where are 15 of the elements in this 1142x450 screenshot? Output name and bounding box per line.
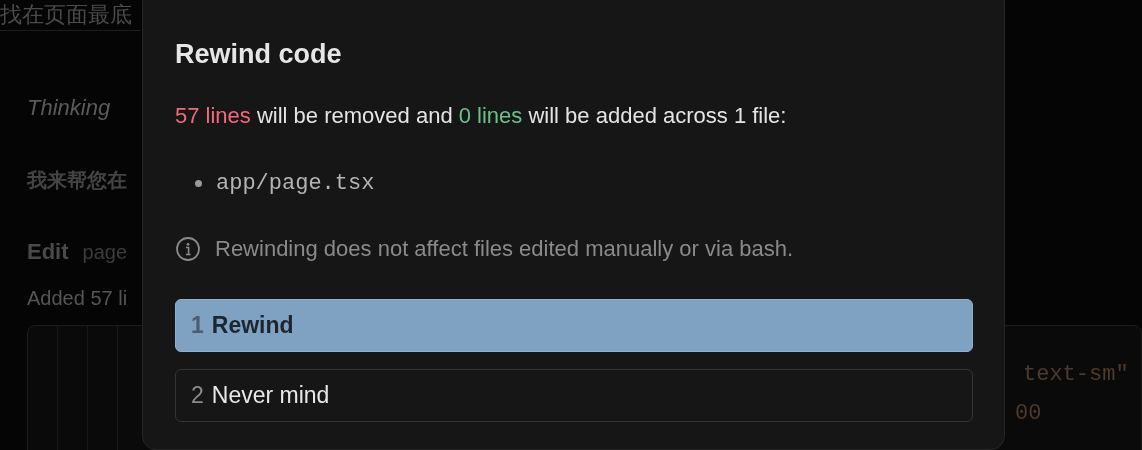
edit-label: Edit: [27, 239, 69, 265]
edit-summary: Added 57 li: [27, 287, 128, 311]
code-line: text-sm": [1023, 362, 1130, 389]
option-button[interactable]: 1 Rewind: [175, 299, 973, 352]
bullet-icon: [195, 179, 202, 187]
file-path: app/page.tsx: [216, 170, 375, 196]
header-text: 找在页面最底: [0, 1, 132, 29]
thinking-label: Thinking: [27, 95, 111, 121]
note-text: Rewinding does not affect files edited manually or via bash.: [215, 236, 794, 262]
info-icon: [175, 236, 201, 262]
option-button[interactable]: 2 Never mind: [175, 369, 973, 422]
summary-text: 57 lines will be removed and 0 lines will be added across 1 file:: [175, 103, 788, 130]
dialog-title: Rewind code: [175, 39, 343, 71]
code-line: 00: [1015, 401, 1043, 428]
message-text: 我来帮您在: [27, 167, 127, 193]
